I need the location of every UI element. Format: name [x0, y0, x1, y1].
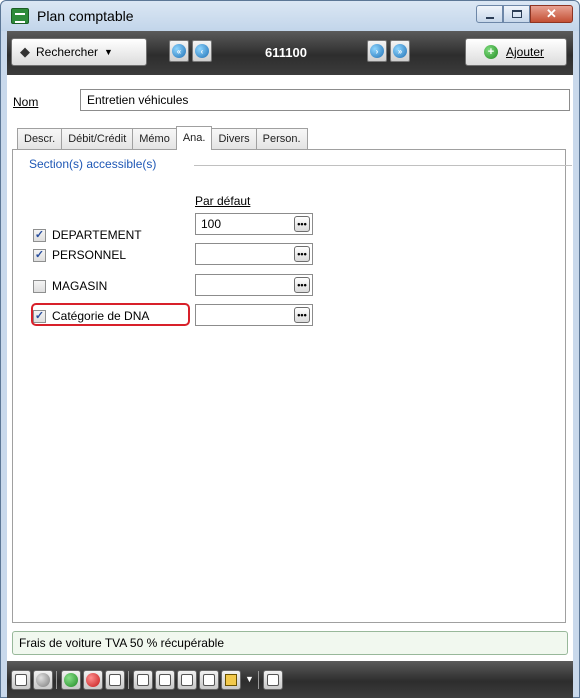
- departement-label: DEPARTEMENT: [52, 228, 142, 242]
- ellipsis-button[interactable]: •••: [294, 216, 310, 232]
- categorie-dna-default-field[interactable]: •••: [195, 304, 313, 326]
- default-column-header: Par défaut: [195, 194, 251, 208]
- first-record-icon: «: [172, 44, 186, 58]
- add-icon: +: [484, 45, 498, 59]
- magasin-label: MAGASIN: [52, 279, 108, 293]
- window-icon[interactable]: [263, 670, 283, 690]
- ellipsis-button[interactable]: •••: [294, 277, 310, 293]
- calendar-icon[interactable]: [155, 670, 175, 690]
- bottom-toolbar: ▼: [7, 661, 573, 698]
- chart-icon-inner: [203, 674, 215, 686]
- tab-bar: Descr. Débit/Crédit Mémo Ana. Divers Per…: [17, 126, 308, 150]
- document-icon[interactable]: [221, 670, 241, 690]
- calendar-icon-inner: [159, 674, 171, 686]
- red-highlight-box: [31, 303, 190, 326]
- section-row-departement[interactable]: ✓ DEPARTEMENT: [33, 225, 142, 245]
- section-row-magasin[interactable]: MAGASIN: [33, 276, 107, 296]
- minimize-button[interactable]: [476, 5, 503, 23]
- departement-checkbox[interactable]: ✓: [33, 228, 46, 242]
- section-row-personnel[interactable]: ✓ PERSONNEL: [33, 245, 126, 265]
- main-content: ◆ Rechercher ▼ « ‹ 611100 › » + Ajouter …: [7, 31, 573, 698]
- title-bar: Plan comptable ✕: [1, 1, 579, 31]
- section-title: Section(s) accessible(s): [29, 157, 157, 171]
- next-record-icon: ›: [370, 44, 384, 58]
- previous-record-button[interactable]: ‹: [192, 40, 212, 62]
- delete-record-icon-inner: [86, 673, 100, 687]
- add-button[interactable]: + Ajouter: [465, 38, 567, 66]
- save-icon-inner: [15, 674, 27, 686]
- departement-default-value: 100: [201, 217, 222, 231]
- cancel-icon-inner: [36, 673, 50, 687]
- toolbar-separator: [56, 671, 57, 689]
- window-title: Plan comptable: [37, 8, 134, 24]
- tab-debit-credit[interactable]: Débit/Crédit: [61, 128, 134, 150]
- ellipsis-button[interactable]: •••: [294, 246, 310, 262]
- ellipsis-button[interactable]: •••: [294, 307, 310, 323]
- tab-ana[interactable]: Ana.: [175, 126, 213, 150]
- top-toolbar: ◆ Rechercher ▼ « ‹ 611100 › » + Ajouter: [7, 31, 573, 75]
- previous-record-icon: ‹: [195, 44, 209, 58]
- status-memo: Frais de voiture TVA 50 % récupérable: [12, 631, 568, 655]
- binoculars-icon: ◆: [20, 44, 30, 59]
- account-code: 611100: [265, 45, 307, 60]
- new-record-icon[interactable]: [61, 670, 81, 690]
- attach-icon-inner: [181, 674, 193, 686]
- section-divider: [194, 165, 572, 166]
- close-button[interactable]: ✕: [530, 5, 573, 23]
- close-icon: ✕: [546, 6, 557, 21]
- save-icon[interactable]: [11, 670, 31, 690]
- delete-record-icon[interactable]: [83, 670, 103, 690]
- plan-comptable-window: Plan comptable ✕ ◆ Rechercher ▼ « ‹ 6111…: [0, 0, 580, 698]
- chevron-down-icon: ▼: [104, 47, 113, 57]
- attach-icon[interactable]: [177, 670, 197, 690]
- copy-icon-inner: [137, 674, 149, 686]
- maximize-button[interactable]: [503, 5, 530, 23]
- chevron-down-icon[interactable]: ▼: [245, 674, 254, 684]
- tab-person[interactable]: Person.: [255, 128, 308, 150]
- last-record-button[interactable]: »: [390, 40, 410, 62]
- window-icon-inner: [267, 674, 279, 686]
- magasin-default-field[interactable]: •••: [195, 274, 313, 296]
- nom-label: Nom: [13, 95, 39, 109]
- toolbar-separator: [128, 671, 129, 689]
- document-icon-inner: [225, 674, 237, 686]
- add-button-label: Ajouter: [506, 45, 545, 59]
- app-icon: [11, 8, 29, 24]
- maximize-icon: [511, 10, 522, 18]
- chart-icon[interactable]: [199, 670, 219, 690]
- tab-divers[interactable]: Divers: [211, 128, 257, 150]
- check-icon: ✓: [34, 228, 45, 241]
- personnel-default-field[interactable]: •••: [195, 243, 313, 265]
- duplicate-icon-inner: [109, 674, 121, 686]
- search-button[interactable]: ◆ Rechercher ▼: [11, 38, 147, 66]
- personnel-label: PERSONNEL: [52, 248, 127, 262]
- search-button-label: Rechercher: [36, 45, 99, 59]
- last-record-icon: »: [393, 44, 407, 58]
- copy-icon[interactable]: [133, 670, 153, 690]
- window-controls: ✕: [476, 5, 573, 23]
- tab-descr[interactable]: Descr.: [17, 128, 63, 150]
- tab-memo[interactable]: Mémo: [132, 128, 177, 150]
- next-record-button[interactable]: ›: [367, 40, 387, 62]
- toolbar-separator: [258, 671, 259, 689]
- first-record-button[interactable]: «: [169, 40, 189, 62]
- cancel-icon[interactable]: [33, 670, 53, 690]
- magasin-checkbox[interactable]: [33, 279, 46, 293]
- check-icon: ✓: [34, 248, 45, 261]
- nom-field[interactable]: Entretien véhicules: [80, 89, 570, 111]
- new-record-icon-inner: [64, 673, 78, 687]
- duplicate-icon[interactable]: [105, 670, 125, 690]
- minimize-icon: [485, 16, 494, 19]
- departement-default-field[interactable]: 100 •••: [195, 213, 313, 235]
- personnel-checkbox[interactable]: ✓: [33, 248, 46, 262]
